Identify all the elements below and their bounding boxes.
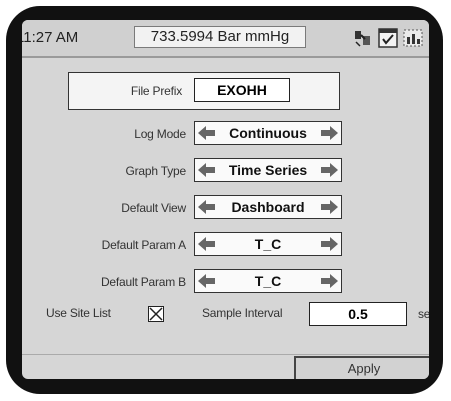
arrow-right-icon[interactable] bbox=[320, 126, 338, 140]
arrow-left-icon[interactable] bbox=[198, 274, 216, 288]
arrow-right-icon[interactable] bbox=[320, 237, 338, 251]
checkmark-x-icon bbox=[149, 307, 163, 321]
arrow-right-icon[interactable] bbox=[320, 163, 338, 177]
use-site-list-checkbox[interactable] bbox=[148, 306, 164, 322]
status-bar: 11:27 AM 733.5994 Bar mmHg bbox=[22, 20, 429, 58]
arrow-left-icon[interactable] bbox=[198, 237, 216, 251]
default-param-a-spinner[interactable]: T_C bbox=[194, 232, 342, 256]
default-param-a-value: T_C bbox=[254, 236, 282, 252]
arrow-left-icon[interactable] bbox=[198, 163, 216, 177]
file-prefix-label: File Prefix bbox=[130, 84, 182, 98]
pressure-readout: 733.5994 Bar mmHg bbox=[134, 26, 306, 48]
file-prefix-input[interactable]: EXOHH bbox=[194, 78, 290, 102]
default-param-b-label: Default Param B bbox=[100, 275, 186, 289]
sample-interval-unit: sec bbox=[418, 307, 429, 321]
arrow-right-icon[interactable] bbox=[320, 274, 338, 288]
clock-time: 11:27 AM bbox=[22, 29, 79, 46]
log-mode-label: Log Mode bbox=[134, 127, 186, 141]
default-view-spinner[interactable]: Dashboard bbox=[194, 195, 342, 219]
graph-type-value: Time Series bbox=[228, 162, 308, 178]
default-view-value: Dashboard bbox=[231, 199, 305, 215]
default-param-b-spinner[interactable]: T_C bbox=[194, 269, 342, 293]
divider bbox=[22, 354, 429, 355]
checklist-icon[interactable] bbox=[377, 27, 399, 49]
arrow-left-icon[interactable] bbox=[198, 200, 216, 214]
arrow-right-icon[interactable] bbox=[320, 200, 338, 214]
sample-interval-input[interactable]: 0.5 bbox=[309, 302, 407, 326]
device-screen: 11:27 AM 733.5994 Bar mmHg File Prefix E… bbox=[22, 20, 429, 379]
log-mode-spinner[interactable]: Continuous bbox=[194, 121, 342, 145]
graph-type-label: Graph Type bbox=[125, 164, 187, 178]
default-param-a-label: Default Param A bbox=[101, 238, 187, 252]
arrow-left-icon[interactable] bbox=[198, 126, 216, 140]
graph-type-spinner[interactable]: Time Series bbox=[194, 158, 342, 182]
device-frame: 11:27 AM 733.5994 Bar mmHg File Prefix E… bbox=[6, 6, 443, 394]
log-mode-value: Continuous bbox=[229, 125, 307, 141]
chart-icon[interactable] bbox=[402, 27, 424, 49]
apply-button[interactable]: Apply bbox=[294, 356, 429, 379]
default-view-label: Default View bbox=[121, 201, 186, 215]
sample-interval-label: Sample Interval bbox=[202, 306, 283, 320]
default-param-b-value: T_C bbox=[254, 273, 282, 289]
use-site-list-label: Use Site List bbox=[46, 306, 111, 320]
connection-icon[interactable] bbox=[352, 27, 374, 49]
